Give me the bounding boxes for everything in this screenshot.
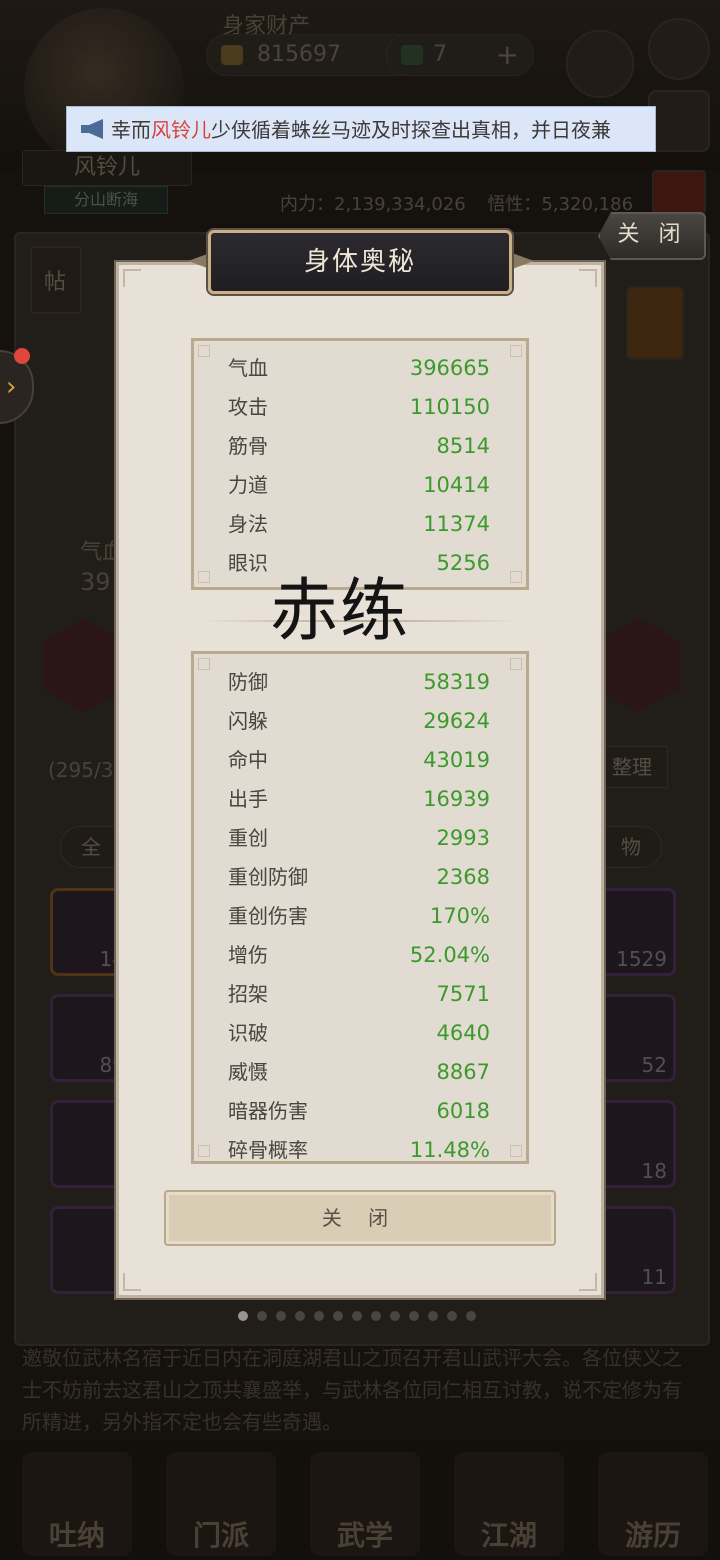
stat-value: 58319 (423, 670, 490, 694)
stat-value: 11374 (423, 512, 490, 536)
page-dot[interactable] (390, 1311, 400, 1321)
stat-row: 出手 16939 (228, 780, 490, 819)
basic-stats-box: 气血 396665 攻击 110150 筋骨 8514 力道 10414 身法 11374 眼识 52… (191, 338, 529, 590)
stat-value: 16939 (423, 787, 490, 811)
dialog-close-button[interactable]: 关 闭 (164, 1190, 556, 1246)
stat-value: 7571 (436, 982, 490, 1006)
stat-row: 防御 58319 (228, 663, 490, 702)
corner-ornament (123, 1273, 141, 1291)
stat-label: 身法 (228, 512, 268, 536)
dialog-title: 身体奥秘 (303, 247, 416, 277)
chevron-right-icon: › (6, 372, 17, 402)
stat-label: 筋骨 (228, 434, 268, 458)
marquee-highlight: 风铃儿 (151, 118, 211, 142)
stat-value: 2993 (436, 826, 490, 850)
megaphone-icon (81, 119, 103, 139)
stat-value: 5256 (436, 551, 490, 575)
stat-row: 力道 10414 (228, 466, 490, 505)
stat-value: 43019 (423, 748, 490, 772)
marquee-text: 幸而风铃儿少侠循着蛛丝马迹及时探查出真相，并日夜兼 (111, 107, 611, 153)
stat-row: 身法 11374 (228, 505, 490, 544)
stat-label: 招架 (228, 982, 268, 1006)
stat-value: 8514 (436, 434, 490, 458)
stat-label: 威慑 (228, 1060, 268, 1084)
page-dot[interactable] (352, 1311, 362, 1321)
stat-label: 暗器伤害 (228, 1099, 308, 1123)
stat-row: 命中 43019 (228, 741, 490, 780)
stat-row: 筋骨 8514 (228, 427, 490, 466)
stat-label: 出手 (228, 787, 268, 811)
page-dot[interactable] (466, 1311, 476, 1321)
corner-ornament (510, 571, 522, 583)
notification-dot (14, 348, 30, 364)
stat-value: 396665 (409, 356, 490, 380)
stat-label: 碎骨概率 (228, 1138, 308, 1162)
stat-row: 重创伤害 170% (228, 897, 490, 936)
corner-ornament (510, 1145, 522, 1157)
corner-ornament (579, 1273, 597, 1291)
stat-row: 增伤 52.04% (228, 936, 490, 975)
stat-value: 10414 (423, 473, 490, 497)
stat-value: 6018 (436, 1099, 490, 1123)
stat-label: 攻击 (228, 395, 268, 419)
page-indicator (238, 1306, 485, 1321)
corner-ornament (198, 1145, 210, 1157)
announcement-marquee: 幸而风铃儿少侠循着蛛丝马迹及时探查出真相，并日夜兼 (66, 106, 656, 152)
corner-ornament (198, 345, 210, 357)
stat-label: 力道 (228, 473, 268, 497)
overlay-caption: 赤练 (270, 572, 411, 651)
stat-label: 重创伤害 (228, 904, 308, 928)
stat-value: 110150 (409, 395, 490, 419)
stat-value: 4640 (436, 1021, 490, 1045)
stat-label: 增伤 (228, 943, 268, 967)
stat-label: 重创防御 (228, 865, 308, 889)
page-dot[interactable] (371, 1311, 381, 1321)
corner-ornament (579, 269, 597, 287)
stat-row: 气血 396665 (228, 349, 490, 388)
page-dot[interactable] (276, 1311, 286, 1321)
corner-ornament (198, 658, 210, 670)
stat-label: 识破 (228, 1021, 268, 1045)
stat-value: 52.04% (409, 943, 490, 967)
page-dot[interactable] (428, 1311, 438, 1321)
stat-row: 重创防御 2368 (228, 858, 490, 897)
dialog-title-plate: 身体奥秘 (208, 230, 512, 294)
page-dot[interactable] (314, 1311, 324, 1321)
corner-ornament (123, 269, 141, 287)
combat-stats-box[interactable]: 防御 58319 闪躲 29624 命中 43019 出手 16939 重创 2993 重创防御 23… (191, 651, 529, 1164)
stat-row: 威慑 8867 (228, 1053, 490, 1092)
page-dot[interactable] (409, 1311, 419, 1321)
stat-row: 重创 2993 (228, 819, 490, 858)
page-dot[interactable] (257, 1311, 267, 1321)
stat-row: 攻击 110150 (228, 388, 490, 427)
stat-value: 2368 (436, 865, 490, 889)
stat-label: 命中 (228, 748, 268, 772)
stat-value: 8867 (436, 1060, 490, 1084)
marquee-prefix: 幸而 (111, 118, 151, 142)
stat-row: 碎骨概率 11.48% (228, 1131, 490, 1162)
stat-row: 暗器伤害 6018 (228, 1092, 490, 1131)
stat-label: 重创 (228, 826, 268, 850)
stat-row: 闪躲 29624 (228, 702, 490, 741)
corner-ornament (510, 658, 522, 670)
corner-ornament (510, 345, 522, 357)
stat-label: 防御 (228, 670, 268, 694)
stat-value: 11.48% (409, 1138, 490, 1162)
page-dot[interactable] (238, 1311, 248, 1321)
corner-ornament (198, 571, 210, 583)
stat-row: 识破 4640 (228, 1014, 490, 1053)
stat-value: 29624 (423, 709, 490, 733)
page-dot[interactable] (447, 1311, 457, 1321)
marquee-suffix: 少侠循着蛛丝马迹及时探查出真相，并日夜兼 (211, 118, 611, 142)
stat-row: 招架 7571 (228, 975, 490, 1014)
stat-value: 170% (429, 904, 490, 928)
page-dot[interactable] (333, 1311, 343, 1321)
stat-label: 眼识 (228, 551, 268, 575)
stat-label: 气血 (228, 356, 268, 380)
top-close-button[interactable]: 关 闭 (598, 212, 706, 260)
stat-label: 闪躲 (228, 709, 268, 733)
page-dot[interactable] (295, 1311, 305, 1321)
